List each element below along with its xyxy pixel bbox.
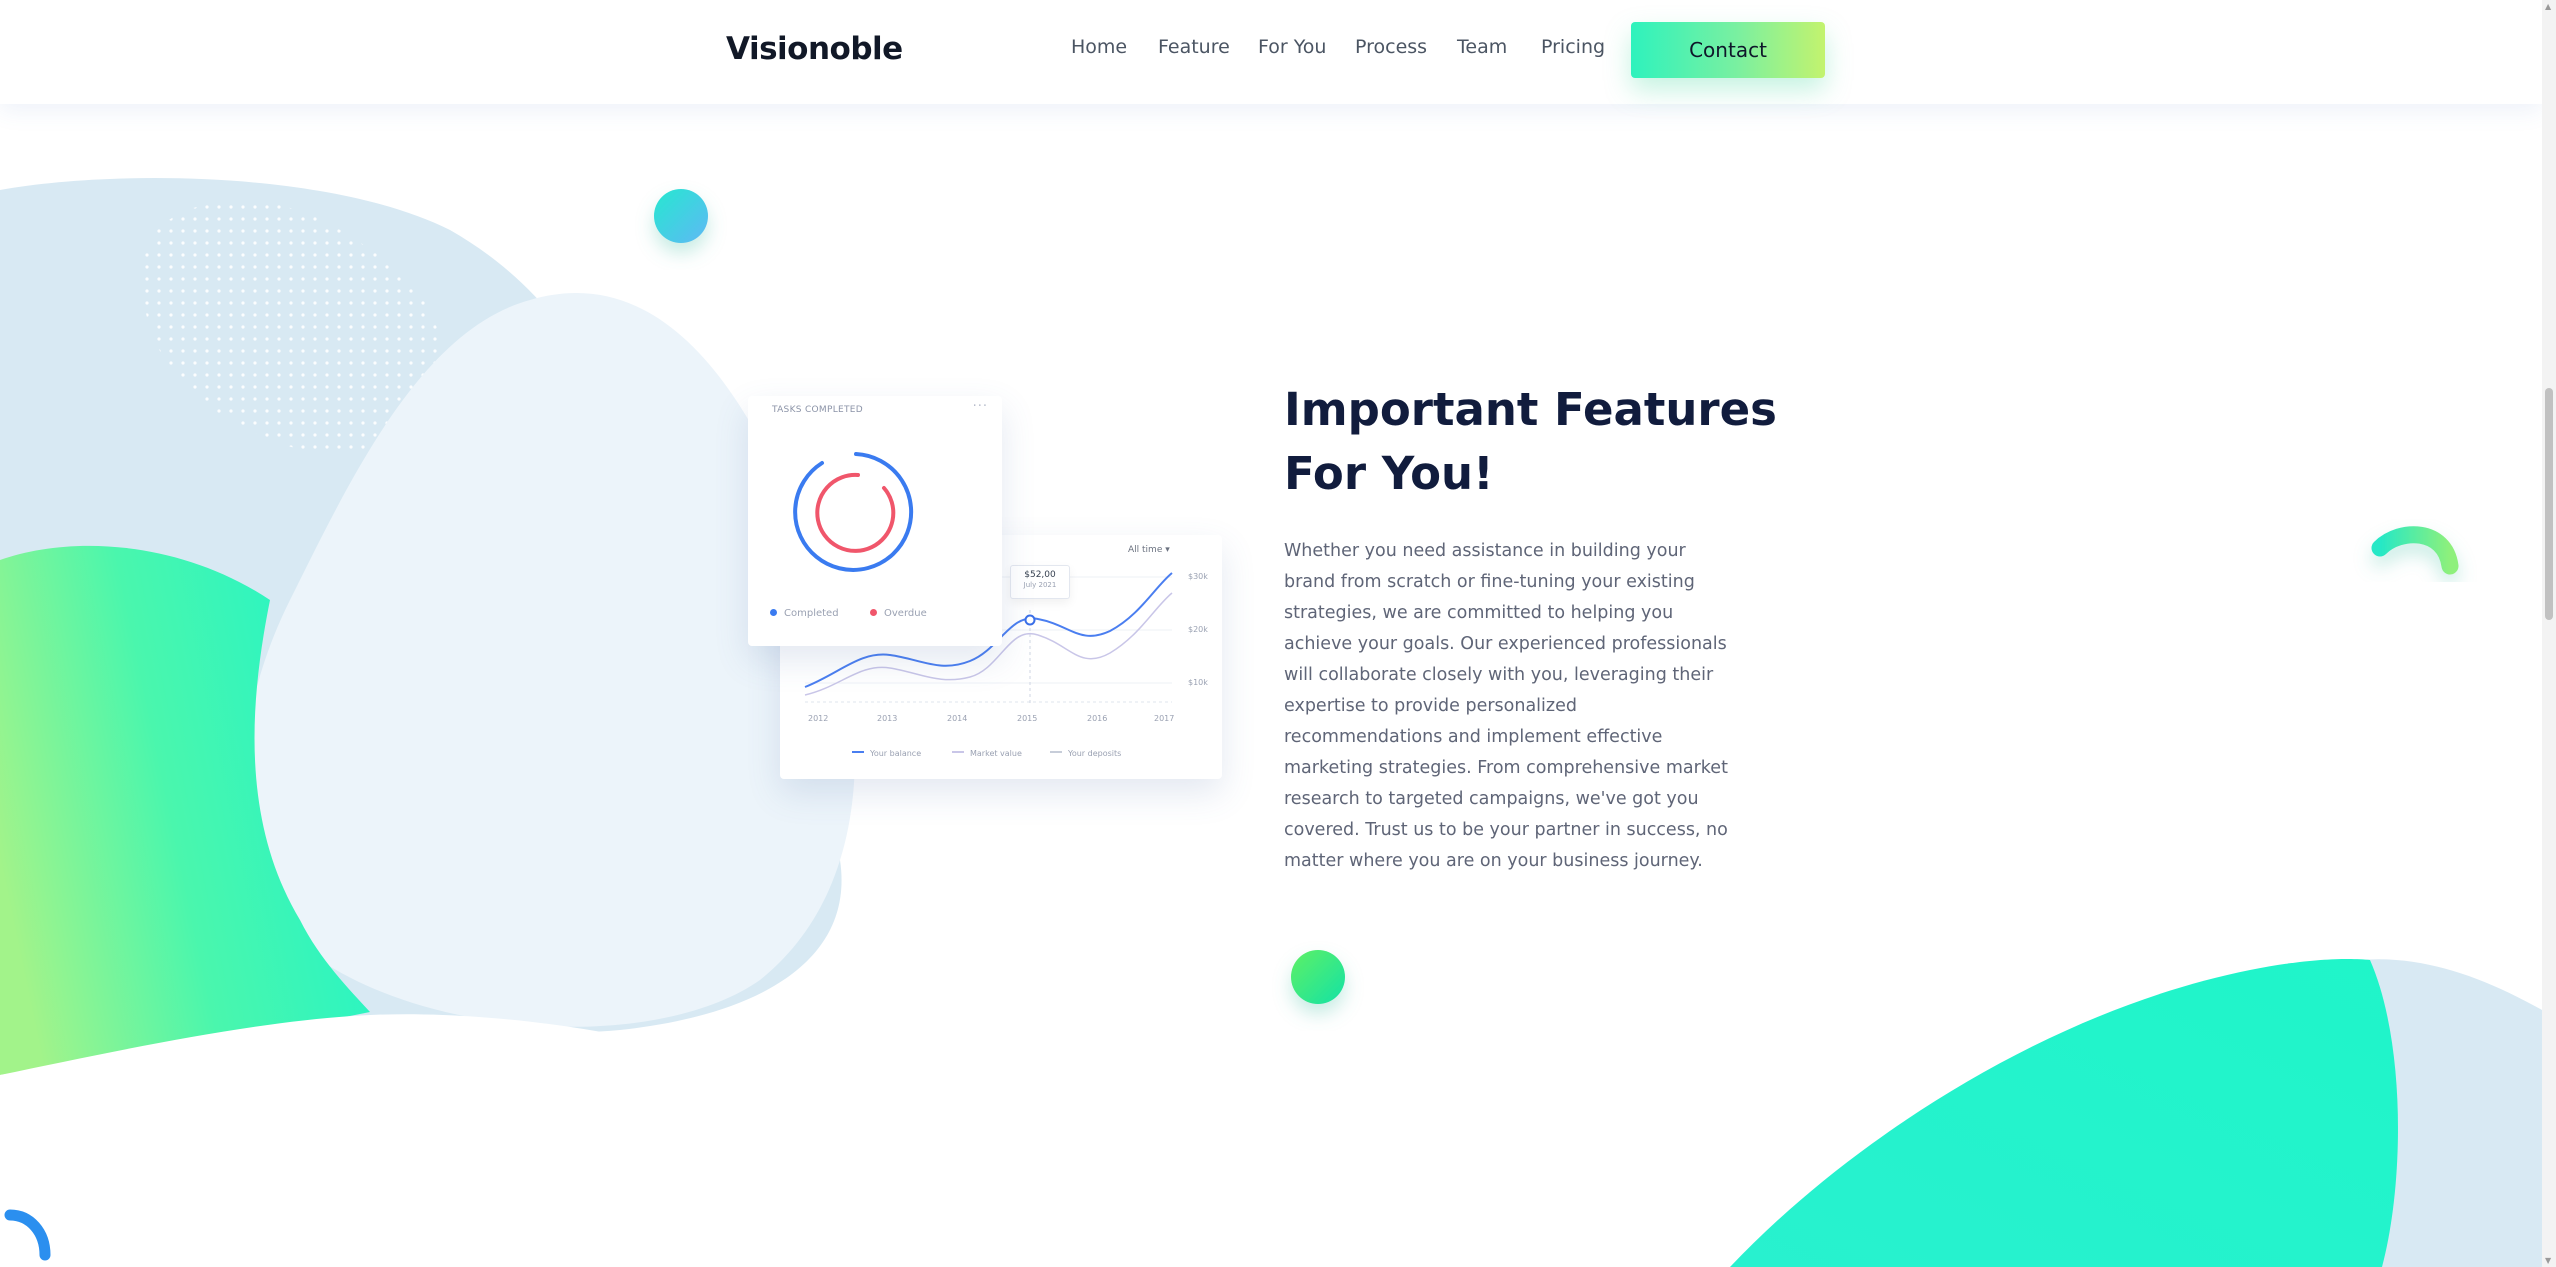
tooltip-value: $52,00	[1024, 570, 1056, 580]
scrollbar[interactable]: ▲ ▼	[2542, 0, 2556, 1267]
heading-line-2: For You!	[1284, 447, 1494, 500]
completed-dot	[770, 609, 777, 616]
page: Visionoble Home Feature For You Process …	[0, 0, 2542, 1267]
nav-for-you[interactable]: For You	[1258, 36, 1326, 58]
legend-balance: Your balance	[852, 749, 921, 758]
x-tick: 2016	[1087, 714, 1108, 723]
nav-process[interactable]: Process	[1355, 36, 1427, 58]
nav-team[interactable]: Team	[1457, 36, 1507, 58]
scroll-down-icon[interactable]: ▼	[2545, 1256, 2551, 1265]
scrollbar-thumb[interactable]	[2545, 388, 2553, 620]
x-tick: 2012	[808, 714, 829, 723]
overdue-ring	[815, 472, 896, 553]
blob-green-right	[1730, 959, 2398, 1267]
chart-tooltip: $52,00 July 2021	[1010, 565, 1070, 599]
ball-teal	[654, 189, 708, 243]
legend-market: Market value	[952, 749, 1022, 758]
heading-line-1: Important Features	[1284, 383, 1777, 436]
overdue-dot	[870, 609, 877, 616]
features-description: Whether you need assistance in building …	[1284, 541, 1728, 871]
tooltip-date: July 2021	[1023, 581, 1057, 589]
x-tick: 2014	[947, 714, 968, 723]
arc-right	[2371, 526, 2459, 575]
features-heading: Important Features For You!	[1284, 378, 1804, 506]
nav-feature[interactable]: Feature	[1158, 36, 1230, 58]
site-header: Visionoble Home Feature For You Process …	[0, 0, 2542, 104]
balance-point	[1024, 614, 1036, 626]
legend-overdue: Overdue	[870, 608, 927, 619]
background-decoration	[0, 178, 2542, 1267]
x-tick: 2013	[877, 714, 898, 723]
nav-home[interactable]: Home	[1071, 36, 1127, 58]
nav-pricing[interactable]: Pricing	[1541, 36, 1605, 58]
logo[interactable]: Visionoble	[726, 31, 903, 67]
y-tick: $30k	[1188, 572, 1208, 581]
y-tick: $10k	[1188, 678, 1208, 687]
contact-button[interactable]: Contact	[1631, 22, 1825, 78]
legend-completed: Completed	[770, 608, 839, 619]
x-tick: 2015	[1017, 714, 1038, 723]
x-tick: 2017	[1154, 714, 1175, 723]
y-tick: $20k	[1188, 625, 1208, 634]
scroll-up-icon[interactable]: ▲	[2545, 2, 2551, 11]
legend-deposits: Your deposits	[1050, 749, 1121, 758]
ball-green	[1291, 950, 1345, 1004]
tasks-card: TASKS COMPLETED ··· Completed Overdue	[748, 396, 1002, 646]
